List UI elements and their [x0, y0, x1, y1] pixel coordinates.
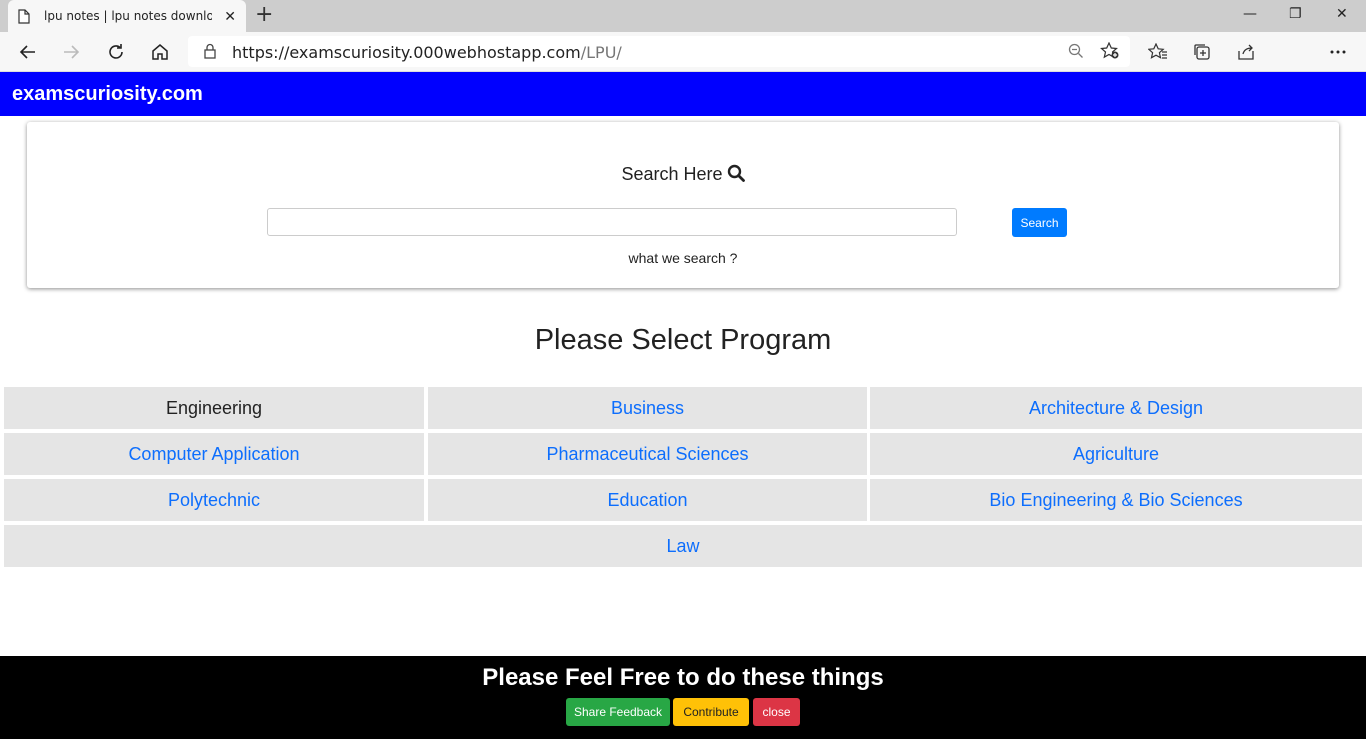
refresh-icon[interactable]: [105, 41, 127, 63]
search-button[interactable]: Search: [1012, 208, 1067, 237]
program-education[interactable]: Education: [428, 479, 867, 521]
search-hint: what we search ?: [628, 250, 738, 266]
program-engineering[interactable]: Engineering: [4, 387, 424, 429]
search-icon: [727, 164, 745, 182]
search-card: Search Here Search what we search ?: [27, 122, 1339, 288]
search-input[interactable]: [267, 208, 957, 236]
browser-tab-strip: lpu notes | lpu notes download | ✕ + — ❐…: [0, 0, 1366, 32]
site-brand-link[interactable]: examscuriosity.com: [12, 83, 203, 106]
contribute-button[interactable]: Contribute: [673, 698, 749, 726]
url-text: https://examscuriosity.000webhostapp.com…: [232, 43, 622, 62]
forward-arrow-icon[interactable]: [60, 41, 82, 63]
new-tab-button[interactable]: +: [255, 4, 273, 26]
minimize-button[interactable]: —: [1243, 6, 1257, 22]
program-polytechnic[interactable]: Polytechnic: [4, 479, 424, 521]
page-icon: [18, 8, 32, 24]
url-host: https://examscuriosity.000webhostapp.com: [232, 43, 581, 62]
favorites-icon[interactable]: [1147, 41, 1169, 63]
restore-button[interactable]: ❐: [1289, 6, 1302, 22]
site-header: examscuriosity.com: [0, 72, 1366, 116]
program-section-title: Please Select Program: [534, 324, 832, 356]
program-architecture-design[interactable]: Architecture & Design: [870, 387, 1362, 429]
program-agriculture[interactable]: Agriculture: [870, 433, 1362, 475]
add-favorite-icon[interactable]: [1100, 41, 1120, 65]
browser-tab[interactable]: lpu notes | lpu notes download | ✕: [8, 0, 246, 32]
tab-close-icon[interactable]: ✕: [224, 8, 236, 25]
browser-toolbar: https://examscuriosity.000webhostapp.com…: [0, 32, 1366, 94]
tab-title: lpu notes | lpu notes download |: [44, 9, 212, 23]
search-heading-text: Search Here: [621, 164, 723, 184]
share-feedback-button[interactable]: Share Feedback: [566, 698, 670, 726]
program-bio-engineering[interactable]: Bio Engineering & Bio Sciences: [870, 479, 1362, 521]
program-law[interactable]: Law: [4, 525, 1362, 567]
address-bar[interactable]: https://examscuriosity.000webhostapp.com…: [188, 36, 1130, 67]
more-options-icon[interactable]: [1327, 41, 1349, 63]
footer-message: Please Feel Free to do these things: [482, 664, 884, 691]
program-pharmaceutical-sciences[interactable]: Pharmaceutical Sciences: [428, 433, 867, 475]
lock-icon[interactable]: [203, 43, 217, 64]
window-close-button[interactable]: ✕: [1336, 6, 1348, 22]
feedback-footer: Please Feel Free to do these things Shar…: [0, 656, 1366, 739]
share-icon[interactable]: [1235, 41, 1257, 63]
back-arrow-icon[interactable]: [17, 41, 39, 63]
program-business[interactable]: Business: [428, 387, 867, 429]
search-heading: Search Here: [27, 164, 1339, 185]
collections-icon[interactable]: [1191, 41, 1213, 63]
zoom-out-icon[interactable]: [1068, 43, 1084, 64]
close-footer-button[interactable]: close: [753, 698, 800, 726]
home-icon[interactable]: [149, 41, 171, 63]
program-computer-application[interactable]: Computer Application: [4, 433, 424, 475]
url-path: /LPU/: [580, 43, 622, 62]
